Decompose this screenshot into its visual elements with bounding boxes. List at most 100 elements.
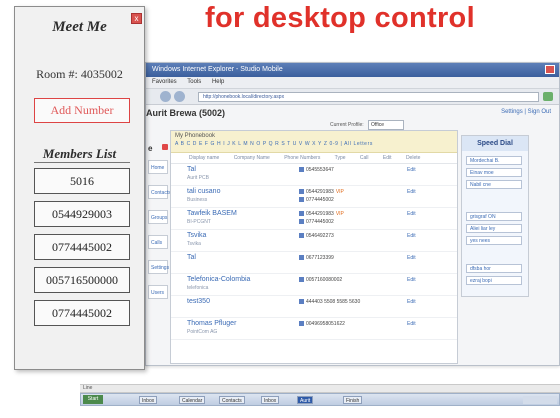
contact-company: telefonica: [187, 285, 209, 291]
table-row[interactable]: tali cusano Business 0544291983 VIP 07744450…: [171, 186, 457, 208]
taskbar-item[interactable]: Finish: [343, 396, 363, 404]
page-title: Aurit Brewa (5002): [146, 108, 226, 118]
contact-phone[interactable]: 0546492273: [299, 233, 334, 239]
contact-name[interactable]: Thomas Pfluger: [187, 320, 236, 327]
vip-badge: VIP: [335, 211, 344, 217]
edit-link[interactable]: Edit: [407, 321, 416, 327]
alphabet-filter[interactable]: A B C D E F G H I J K L M N O P Q R S T …: [175, 141, 373, 147]
table-row[interactable]: Telefonica-Colombia telefonica 00571600800…: [171, 274, 457, 296]
left-tab-contacts[interactable]: Contacts: [148, 185, 171, 199]
edit-link[interactable]: Edit: [407, 299, 416, 305]
contact-phone[interactable]: 0545553647: [299, 167, 334, 173]
column-header[interactable]: Company Name: [234, 155, 270, 161]
table-row[interactable]: test350 444403 5508 5585 5630 Edit: [171, 296, 457, 318]
contact-name[interactable]: Tsvika: [187, 232, 206, 239]
contact-phone-secondary[interactable]: 0774445002: [299, 197, 334, 203]
system-tray[interactable]: [523, 396, 557, 404]
taskbar-item[interactable]: Contacts: [219, 396, 245, 404]
contact-phone[interactable]: 00496958051622: [299, 321, 345, 327]
contact-company: PointCom AG: [187, 329, 218, 335]
phone-number: 444403 5508 5585 5630: [306, 299, 361, 305]
settings-link[interactable]: Settings | Sign Out: [501, 109, 551, 115]
add-number-button[interactable]: Add Number: [34, 98, 130, 123]
edit-link[interactable]: Edit: [407, 233, 416, 239]
column-header[interactable]: Type: [335, 155, 346, 161]
taskbar-item[interactable]: Aurit: [297, 396, 314, 404]
back-icon[interactable]: [160, 91, 171, 102]
edit-link[interactable]: Edit: [407, 255, 416, 261]
column-header[interactable]: Phone Numbers: [284, 155, 320, 161]
speed-dial-item[interactable]: Einav moe: [466, 168, 522, 177]
phone-icon: [299, 277, 304, 283]
close-icon[interactable]: x: [131, 13, 142, 24]
ruler-label: Line: [83, 385, 93, 391]
menu-favorites[interactable]: Favorites: [152, 79, 177, 85]
table-row[interactable]: Tal Aurit PCB 0545553647 Edit: [171, 164, 457, 186]
left-tab-home[interactable]: Home: [148, 160, 168, 174]
contact-company: BI-PCGNT: [187, 219, 211, 225]
speed-dial-item[interactable]: yes nees: [466, 236, 522, 245]
contact-name[interactable]: Tal: [187, 166, 196, 173]
column-header[interactable]: Display name: [189, 155, 219, 161]
forward-icon[interactable]: [174, 91, 185, 102]
taskbar-item[interactable]: Calendar: [179, 396, 206, 404]
contact-phone[interactable]: 0544291983 VIP: [299, 189, 344, 195]
contact-phone[interactable]: 444403 5508 5585 5630: [299, 299, 360, 305]
current-profile-select[interactable]: Office (07744450...): [368, 120, 404, 136]
contact-name[interactable]: test350: [187, 298, 210, 305]
left-tab-settings[interactable]: Settings: [148, 260, 169, 274]
edit-link[interactable]: Edit: [407, 211, 416, 217]
members-divider: [34, 162, 130, 163]
left-panel-close-icon[interactable]: [162, 144, 168, 150]
taskbar-item[interactable]: Inbox: [261, 396, 280, 404]
phone-icon: [299, 233, 304, 239]
contact-name[interactable]: Tal: [187, 254, 196, 261]
contact-name[interactable]: Telefonica-Colombia: [187, 276, 250, 283]
member-item[interactable]: 0774445002: [34, 300, 130, 326]
left-tab-users[interactable]: Users: [148, 285, 168, 299]
phone-icon: [299, 211, 304, 217]
contact-phone-secondary[interactable]: 0774445002: [299, 219, 334, 225]
taskbar: Line Start Inbox Calendar Contacts Inbox…: [80, 384, 560, 410]
edit-link[interactable]: Edit: [407, 189, 416, 195]
contact-company: Tsvika: [187, 241, 201, 247]
left-tab-calls[interactable]: Calls: [148, 235, 168, 249]
go-icon[interactable]: [543, 92, 553, 101]
speed-dial-item[interactable]: ezraj bopi: [466, 276, 522, 285]
contact-phone[interactable]: 0057160080002: [299, 277, 342, 283]
member-item[interactable]: 005716500000: [34, 267, 130, 293]
speed-dial-item[interactable]: dfsba hor: [466, 264, 522, 273]
member-item[interactable]: 0544929003: [34, 201, 130, 227]
edit-link[interactable]: Edit: [407, 167, 416, 173]
start-button[interactable]: Start: [83, 395, 103, 404]
table-row[interactable]: Tawfeik BASEM BI-PCGNT 0544291983 VIP 077444…: [171, 208, 457, 230]
speed-dial-panel: Speed Dial Mordechai B. Einav moe Nabil …: [461, 135, 529, 297]
url-input[interactable]: http://phonebook.local/directory.aspx: [198, 92, 539, 102]
phone-number: 0057160080002: [306, 277, 343, 283]
contact-phone[interactable]: 0544291983 VIP: [299, 211, 344, 217]
menu-help[interactable]: Help: [212, 79, 224, 85]
window-close-icon[interactable]: [545, 65, 555, 74]
speed-dial-item[interactable]: Mordechai B.: [466, 156, 522, 165]
member-item[interactable]: 5016: [34, 168, 130, 194]
speed-dial-item[interactable]: Aliei liar ley: [466, 224, 522, 233]
left-panel-label: e: [148, 144, 153, 153]
room-number: Room #: 4035002: [36, 67, 123, 81]
column-header[interactable]: Delete: [406, 155, 420, 161]
contact-name[interactable]: Tawfeik BASEM: [187, 210, 237, 217]
left-tab-groups[interactable]: Groups: [148, 210, 168, 224]
phone-number: 0774445002: [306, 197, 334, 203]
speed-dial-item[interactable]: grisgraf ON: [466, 212, 522, 221]
speed-dial-item[interactable]: Nabil cne: [466, 180, 522, 189]
table-row[interactable]: Tsvika Tsvika 0546492273 Edit: [171, 230, 457, 252]
menu-tools[interactable]: Tools: [187, 79, 201, 85]
member-item[interactable]: 0774445002: [34, 234, 130, 260]
edit-link[interactable]: Edit: [407, 277, 416, 283]
taskbar-item[interactable]: Inbox: [139, 396, 158, 404]
contact-phone[interactable]: 0677123399: [299, 255, 334, 261]
contact-name[interactable]: tali cusano: [187, 188, 220, 195]
table-row[interactable]: Thomas Pfluger PointCom AG 00496958051622 E…: [171, 318, 457, 340]
column-header[interactable]: Edit: [383, 155, 392, 161]
table-row[interactable]: Tal 0677123399 Edit: [171, 252, 457, 274]
column-header[interactable]: Call: [360, 155, 369, 161]
